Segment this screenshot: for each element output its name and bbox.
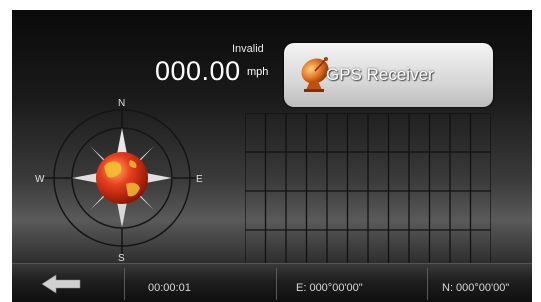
- gps-status-text: Invalid: [232, 43, 264, 55]
- gps-info-screen: Invalid 000.00 mph GPS Receiver N S W E …: [12, 10, 532, 302]
- globe-icon: [96, 152, 148, 204]
- compass-north-label: N: [118, 98, 125, 109]
- gps-receiver-button[interactable]: GPS Receiver: [284, 43, 493, 107]
- bar-separator: [427, 268, 428, 300]
- bottom-status-bar: 00:00:01 E: 000°00'00" N: 000°00'00": [12, 263, 532, 302]
- gps-receiver-label: GPS Receiver: [326, 65, 434, 84]
- back-arrow-icon[interactable]: [40, 272, 84, 296]
- speed-unit: mph: [247, 66, 269, 78]
- compass: N S W E: [35, 98, 203, 264]
- elapsed-time: 00:00:01: [148, 282, 191, 294]
- compass-east-label: E: [196, 174, 203, 185]
- bar-separator: [276, 268, 277, 300]
- satellite-signal-grid: [245, 113, 491, 271]
- east-coordinate: E: 000°00'00": [296, 282, 363, 294]
- bar-separator: [124, 268, 125, 300]
- speed-value: 000.00: [155, 56, 241, 86]
- compass-west-label: W: [35, 174, 45, 185]
- north-coordinate: N: 000°00'00": [442, 282, 510, 294]
